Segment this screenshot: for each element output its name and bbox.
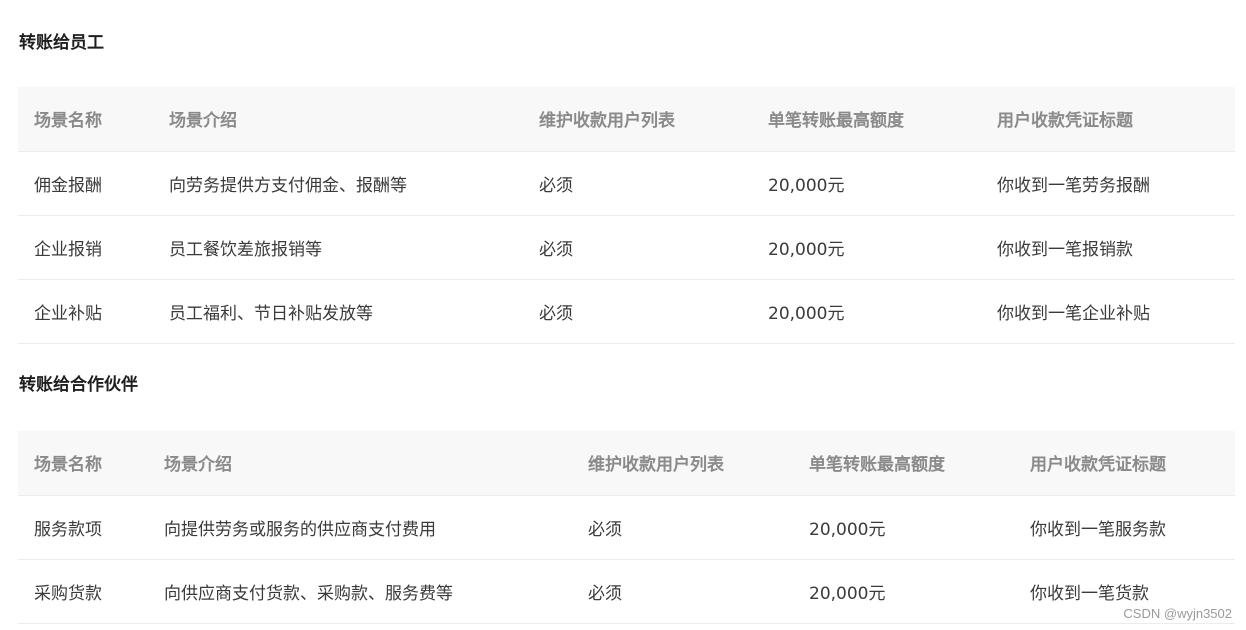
cell-scene-name: 服务款项 <box>18 495 148 560</box>
cell-max-amount: 20,000元 <box>793 495 1014 560</box>
cell-voucher-title: 你收到一笔劳务报酬 <box>981 151 1235 216</box>
cell-scene-name: 采购货款 <box>18 559 148 624</box>
section-title-employee: 转账给员工 <box>19 33 104 53</box>
employee-transfer-table: 场景名称 场景介绍 维护收款用户列表 单笔转账最高额度 用户收款凭证标题 佣金报… <box>18 87 1235 344</box>
cell-maintain-list: 必须 <box>523 279 752 344</box>
table-header-row: 场景名称 场景介绍 维护收款用户列表 单笔转账最高额度 用户收款凭证标题 <box>18 87 1235 152</box>
cell-scene-name: 企业报销 <box>18 215 153 280</box>
cell-max-amount: 20,000元 <box>793 559 1014 624</box>
header-voucher-title: 用户收款凭证标题 <box>981 87 1235 152</box>
cell-scene-intro: 向劳务提供方支付佣金、报酬等 <box>153 151 523 216</box>
table-row: 企业报销 员工餐饮差旅报销等 必须 20,000元 你收到一笔报销款 <box>18 215 1235 280</box>
table-row: 服务款项 向提供劳务或服务的供应商支付费用 必须 20,000元 你收到一笔服务… <box>18 495 1235 560</box>
header-max-amount: 单笔转账最高额度 <box>752 87 981 152</box>
header-scene-intro: 场景介绍 <box>148 431 572 496</box>
cell-voucher-title: 你收到一笔企业补贴 <box>981 279 1235 344</box>
cell-voucher-title: 你收到一笔报销款 <box>981 215 1235 280</box>
cell-maintain-list: 必须 <box>523 151 752 216</box>
table-row: 佣金报酬 向劳务提供方支付佣金、报酬等 必须 20,000元 你收到一笔劳务报酬 <box>18 151 1235 216</box>
cell-voucher-title: 你收到一笔服务款 <box>1014 495 1235 560</box>
cell-scene-name: 企业补贴 <box>18 279 153 344</box>
header-voucher-title: 用户收款凭证标题 <box>1014 431 1235 496</box>
header-max-amount: 单笔转账最高额度 <box>793 431 1014 496</box>
cell-maintain-list: 必须 <box>572 559 793 624</box>
header-maintain-list: 维护收款用户列表 <box>523 87 752 152</box>
cell-scene-intro: 员工餐饮差旅报销等 <box>153 215 523 280</box>
cell-scene-name: 佣金报酬 <box>18 151 153 216</box>
cell-max-amount: 20,000元 <box>752 215 981 280</box>
table-row: 企业补贴 员工福利、节日补贴发放等 必须 20,000元 你收到一笔企业补贴 <box>18 279 1235 344</box>
header-scene-intro: 场景介绍 <box>153 87 523 152</box>
cell-scene-intro: 向供应商支付货款、采购款、服务费等 <box>148 559 572 624</box>
header-maintain-list: 维护收款用户列表 <box>572 431 793 496</box>
cell-maintain-list: 必须 <box>523 215 752 280</box>
csdn-watermark: CSDN @wyjn3502 <box>1123 606 1232 621</box>
section-title-partner: 转账给合作伙伴 <box>19 375 138 395</box>
table-header-row: 场景名称 场景介绍 维护收款用户列表 单笔转账最高额度 用户收款凭证标题 <box>18 431 1235 496</box>
table-row: 采购货款 向供应商支付货款、采购款、服务费等 必须 20,000元 你收到一笔货… <box>18 559 1235 624</box>
cell-scene-intro: 员工福利、节日补贴发放等 <box>153 279 523 344</box>
partner-transfer-table: 场景名称 场景介绍 维护收款用户列表 单笔转账最高额度 用户收款凭证标题 服务款… <box>18 431 1235 624</box>
cell-maintain-list: 必须 <box>572 495 793 560</box>
header-scene-name: 场景名称 <box>18 87 153 152</box>
header-scene-name: 场景名称 <box>18 431 148 496</box>
cell-max-amount: 20,000元 <box>752 279 981 344</box>
cell-scene-intro: 向提供劳务或服务的供应商支付费用 <box>148 495 572 560</box>
cell-max-amount: 20,000元 <box>752 151 981 216</box>
